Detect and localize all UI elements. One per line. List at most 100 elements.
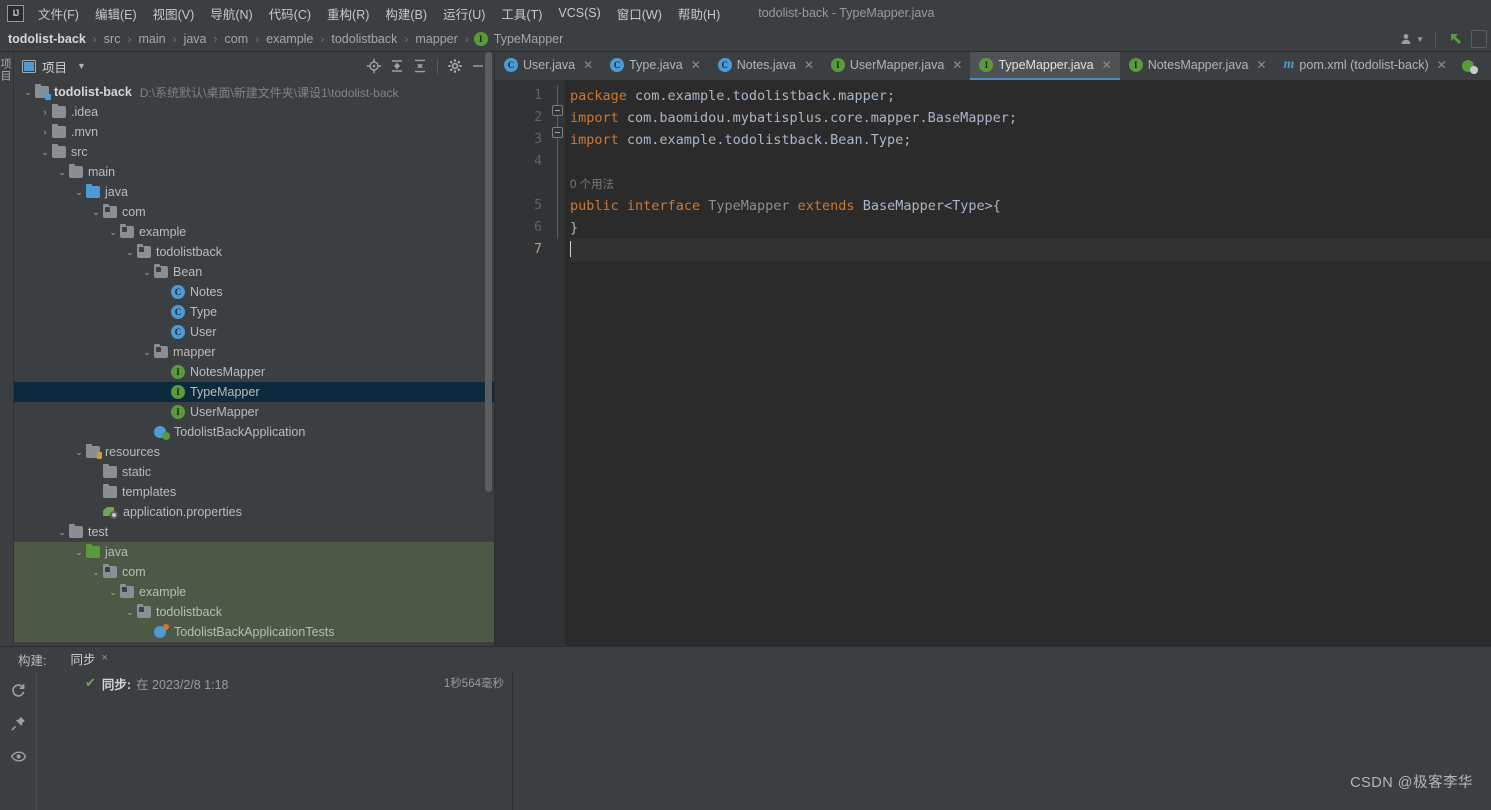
menu-window[interactable]: 窗口(W): [609, 1, 670, 26]
build-result-tree[interactable]: ✔ 同步: 在 2023/2/8 1:18 1秒564毫秒: [37, 672, 513, 810]
tree-node-java[interactable]: ⌄ java: [14, 542, 494, 562]
chevron-down-icon[interactable]: ⌄: [73, 187, 85, 198]
menu-run[interactable]: 运行(U): [435, 1, 493, 26]
tree-node-test[interactable]: ⌄ test: [14, 522, 494, 542]
chevron-down-icon[interactable]: ⌄: [141, 347, 153, 358]
updates-button[interactable]: [1443, 28, 1469, 50]
tree-node-todolistbackapplication[interactable]: TodolistBackApplication: [14, 422, 494, 442]
user-settings-button[interactable]: ▼: [1396, 30, 1428, 48]
close-icon[interactable]: ✕: [1102, 58, 1112, 72]
refresh-icon[interactable]: [10, 682, 27, 699]
tree-node-user[interactable]: C User: [14, 322, 494, 342]
tree-node-example[interactable]: ⌄ example: [14, 222, 494, 242]
tree-node-application-properties[interactable]: application.properties: [14, 502, 494, 522]
editor-tab-user-java[interactable]: C User.java ✕: [495, 52, 601, 80]
scrollbar-thumb[interactable]: [485, 52, 492, 492]
locate-file-icon[interactable]: [366, 58, 382, 74]
tree-node-todolistbackapplicationtests[interactable]: TodolistBackApplicationTests: [14, 622, 494, 642]
project-tree-scrollbar[interactable]: [484, 52, 493, 646]
menu-build[interactable]: 构建(B): [377, 1, 435, 26]
spring-boot-icon[interactable]: [1457, 52, 1482, 80]
close-icon[interactable]: ✕: [1437, 58, 1447, 72]
chevron-down-icon[interactable]: ⌄: [124, 247, 136, 258]
close-icon[interactable]: ✕: [691, 58, 701, 72]
menu-tools[interactable]: 工具(T): [493, 1, 550, 26]
tree-node-usermapper[interactable]: I UserMapper: [14, 402, 494, 422]
usages-inlay-hint[interactable]: 0 个用法: [570, 179, 614, 191]
tree-node--idea[interactable]: › .idea: [14, 102, 494, 122]
tree-node-todolist-back[interactable]: ⌄ todolist-back D:\系统默认\桌面\新建文件夹\课设1\todol…: [14, 82, 494, 102]
chevron-down-icon[interactable]: ⌄: [56, 167, 68, 178]
breadcrumb-item-todolistback[interactable]: todolistback: [329, 31, 399, 47]
editor-tab-type-java[interactable]: C Type.java ✕: [601, 52, 709, 80]
pin-icon[interactable]: [10, 715, 27, 732]
tree-node-com[interactable]: ⌄ com: [14, 562, 494, 582]
chevron-down-icon[interactable]: ⌄: [22, 87, 34, 98]
tree-node-templates[interactable]: templates: [14, 482, 494, 502]
tree-node-todolistback[interactable]: ⌄ todolistback: [14, 242, 494, 262]
menu-edit[interactable]: 编辑(E): [87, 1, 145, 26]
chevron-down-icon[interactable]: ⌄: [73, 547, 85, 558]
tree-node-bean[interactable]: ⌄ Bean: [14, 262, 494, 282]
close-icon[interactable]: ✕: [804, 58, 814, 72]
code-folding-column[interactable]: [551, 80, 565, 646]
project-tree[interactable]: ⌄ todolist-back D:\系统默认\桌面\新建文件夹\课设1\todol…: [14, 80, 494, 646]
search-box[interactable]: [1471, 30, 1487, 48]
chevron-down-icon[interactable]: ⌄: [90, 207, 102, 218]
gear-icon[interactable]: [447, 58, 463, 74]
chevron-right-icon[interactable]: ›: [39, 107, 51, 117]
editor-tab-typemapper-java[interactable]: I TypeMapper.java ✕: [970, 52, 1120, 80]
collapse-all-icon[interactable]: [412, 58, 428, 74]
close-icon[interactable]: ×: [102, 652, 108, 664]
fold-marker-icon[interactable]: [552, 127, 563, 138]
build-tab-sync[interactable]: 同步 ×: [64, 646, 114, 674]
chevron-down-icon[interactable]: ▼: [77, 61, 86, 71]
tree-node-notesmapper[interactable]: I NotesMapper: [14, 362, 494, 382]
chevron-right-icon[interactable]: ›: [39, 127, 51, 137]
tree-node-typemapper[interactable]: I TypeMapper: [14, 382, 494, 402]
menu-vcs[interactable]: VCS(S): [550, 3, 608, 23]
eye-icon[interactable]: [10, 748, 27, 765]
editor-tab-usermapper-java[interactable]: I UserMapper.java ✕: [822, 52, 971, 80]
tree-node-main[interactable]: ⌄ main: [14, 162, 494, 182]
breadcrumb-item-typemapper[interactable]: TypeMapper: [492, 31, 565, 47]
tree-node-static[interactable]: static: [14, 462, 494, 482]
breadcrumb-item-project[interactable]: todolist-back: [6, 31, 88, 47]
close-icon[interactable]: ✕: [583, 58, 593, 72]
menu-file[interactable]: 文件(F): [30, 1, 87, 26]
menu-help[interactable]: 帮助(H): [670, 1, 728, 26]
menu-code[interactable]: 代码(C): [261, 1, 319, 26]
tree-node--mvn[interactable]: › .mvn: [14, 122, 494, 142]
chevron-down-icon[interactable]: ⌄: [107, 587, 119, 598]
tree-node-todolistback[interactable]: ⌄ todolistback: [14, 602, 494, 622]
breadcrumb-item-mapper[interactable]: mapper: [413, 31, 459, 47]
expand-all-icon[interactable]: [389, 58, 405, 74]
chevron-down-icon[interactable]: ⌄: [73, 447, 85, 458]
editor-tab-notes-java[interactable]: C Notes.java ✕: [709, 52, 822, 80]
breadcrumb-item-com[interactable]: com: [223, 31, 251, 47]
tree-node-java[interactable]: ⌄ java: [14, 182, 494, 202]
build-tree-scrollbar[interactable]: [503, 674, 511, 808]
tree-node-type[interactable]: C Type: [14, 302, 494, 322]
chevron-down-icon[interactable]: ⌄: [39, 147, 51, 158]
tree-node-src[interactable]: ⌄ src: [14, 142, 494, 162]
tool-window-tab-project[interactable]: 项目: [0, 58, 13, 108]
close-icon[interactable]: ✕: [952, 58, 962, 72]
editor-tab-notesmapper-java[interactable]: I NotesMapper.java ✕: [1120, 52, 1275, 80]
chevron-down-icon[interactable]: ⌄: [90, 567, 102, 578]
tree-node-example[interactable]: ⌄ example: [14, 582, 494, 602]
chevron-down-icon[interactable]: ⌄: [107, 227, 119, 238]
build-result-row[interactable]: ✔ 同步: 在 2023/2/8 1:18 1秒564毫秒: [37, 672, 512, 694]
breadcrumb-item-main[interactable]: main: [136, 31, 167, 47]
tree-node-notes[interactable]: C Notes: [14, 282, 494, 302]
chevron-down-icon[interactable]: ⌄: [124, 607, 136, 618]
chevron-down-icon[interactable]: ⌄: [56, 527, 68, 538]
close-icon[interactable]: ✕: [1256, 58, 1266, 72]
tree-node-mapper[interactable]: ⌄ mapper: [14, 342, 494, 362]
code-content[interactable]: package com.example.todolistback.mapper;…: [565, 80, 1491, 646]
tree-node-com[interactable]: ⌄ com: [14, 202, 494, 222]
editor-tab-pom-xml-todolist-back-[interactable]: m pom.xml (todolist-back) ✕: [1275, 52, 1455, 80]
tree-node-resources[interactable]: ⌄ resources: [14, 442, 494, 462]
breadcrumb-item-java[interactable]: java: [182, 31, 209, 47]
breadcrumb-item-example[interactable]: example: [264, 31, 315, 47]
